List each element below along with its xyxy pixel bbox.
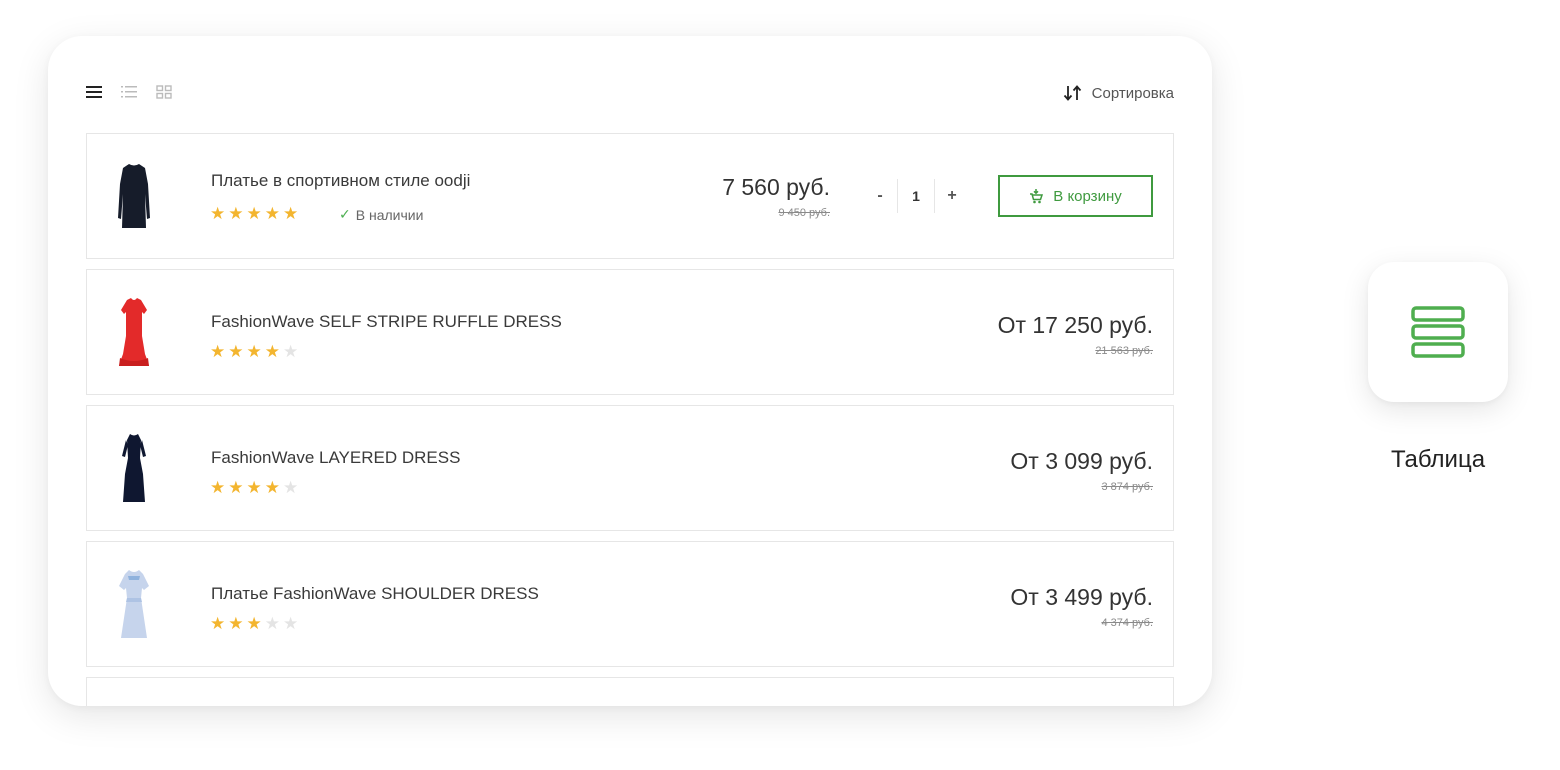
old-price: 3 874 руб. — [1101, 481, 1153, 493]
product-title[interactable]: Платье в спортивном стиле oodji — [211, 171, 470, 191]
star-filled-icon: ★ — [246, 342, 262, 361]
star-filled-icon: ★ — [246, 478, 262, 497]
star-filled-icon: ★ — [246, 204, 262, 223]
rating-stars: ★ ★ ★ ★ ★ — [210, 479, 298, 496]
check-icon: ✓ — [339, 206, 351, 222]
price: От 17 250 руб. — [997, 312, 1153, 338]
product-list: Платье в спортивном стиле oodji ★ ★ ★ ★ ★ ✓ … — [86, 133, 1174, 706]
star-filled-icon: ★ — [228, 614, 244, 633]
grid-view-icon[interactable] — [156, 84, 172, 100]
star-filled-icon: ★ — [210, 342, 226, 361]
rating-stars: ★ ★ ★ ★ ★ — [210, 615, 298, 632]
quantity-increase-button[interactable]: + — [939, 187, 965, 205]
table-view-tile[interactable] — [1368, 262, 1508, 402]
product-row: FashionWave SELF STRIPE RUFFLE DRESS ★ ★ ★… — [86, 269, 1174, 395]
cart-icon — [1030, 189, 1044, 204]
product-row: Платье в спортивном стиле oodji ★ ★ ★ ★ ★ ✓ … — [86, 133, 1174, 259]
table-view-label: Таблица — [1390, 446, 1486, 473]
product-image-ruffle-dress[interactable] — [107, 294, 161, 372]
star-filled-icon: ★ — [228, 478, 244, 497]
list-view-icon[interactable] — [86, 84, 102, 100]
quantity-value[interactable]: 1 — [897, 179, 935, 213]
quantity-decrease-button[interactable]: - — [867, 187, 893, 205]
sort-label: Сортировка — [1091, 84, 1174, 102]
table-view-icon — [1411, 306, 1465, 358]
star-filled-icon: ★ — [264, 342, 280, 361]
stock-status: ✓ В наличии — [339, 206, 423, 223]
star-empty-icon: ★ — [283, 478, 299, 497]
view-switcher — [86, 84, 172, 100]
rating-stars: ★ ★ ★ ★ ★ — [210, 343, 298, 360]
star-filled-icon: ★ — [264, 204, 280, 223]
star-filled-icon: ★ — [210, 614, 226, 633]
star-filled-icon: ★ — [228, 342, 244, 361]
catalog-card: Сортировка Платье в спортивном стиле ood… — [48, 36, 1212, 706]
star-filled-icon: ★ — [210, 204, 226, 223]
old-price: 9 450 руб. — [778, 207, 830, 219]
stock-label: В наличии — [355, 206, 424, 223]
product-title[interactable]: FashionWave SELF STRIPE RUFFLE DRESS — [211, 312, 562, 332]
star-empty-icon: ★ — [264, 614, 280, 633]
product-title[interactable]: Платье FashionWave SHOULDER DRESS — [211, 584, 539, 604]
quantity-stepper: - 1 + — [867, 179, 965, 213]
product-row: Платье FashionWave SHOULDER DRESS ★ ★ ★ ★ ★ … — [86, 541, 1174, 667]
old-price: 4 374 руб. — [1101, 617, 1153, 629]
add-to-cart-button[interactable]: В корзину — [998, 175, 1153, 217]
product-image-shoulder-dress[interactable] — [107, 566, 161, 644]
rating-stars: ★ ★ ★ ★ ★ — [210, 205, 298, 222]
price: 7 560 руб. — [722, 174, 830, 200]
price: От 3 099 руб. — [1010, 448, 1153, 474]
sort-control[interactable]: Сортировка — [1063, 84, 1174, 102]
price-block: 7 560 руб. 9 450 руб. — [722, 174, 830, 219]
product-title[interactable]: FashionWave LAYERED DRESS — [211, 448, 460, 468]
price-block: От 17 250 руб. 21 563 руб. — [998, 312, 1153, 357]
product-image-sport-dress[interactable] — [107, 158, 161, 236]
product-row-partial — [86, 677, 1174, 706]
add-to-cart-label: В корзину — [1053, 187, 1122, 205]
price-block: От 3 499 руб. 4 374 руб. — [1010, 584, 1153, 629]
star-filled-icon: ★ — [228, 204, 244, 223]
compact-list-view-icon[interactable] — [121, 84, 137, 100]
star-filled-icon: ★ — [264, 478, 280, 497]
catalog-toolbar: Сортировка — [86, 84, 1174, 108]
price: От 3 499 руб. — [1010, 584, 1153, 610]
product-image-layered-dress[interactable] — [107, 430, 161, 508]
product-row: FashionWave LAYERED DRESS ★ ★ ★ ★ ★ От 3 099… — [86, 405, 1174, 531]
star-empty-icon: ★ — [283, 614, 299, 633]
old-price: 21 563 руб. — [1095, 345, 1153, 357]
star-filled-icon: ★ — [283, 204, 299, 223]
price-block: От 3 099 руб. 3 874 руб. — [1010, 448, 1153, 493]
star-empty-icon: ★ — [283, 342, 299, 361]
star-filled-icon: ★ — [246, 614, 262, 633]
sort-arrows-icon — [1063, 85, 1081, 101]
star-filled-icon: ★ — [210, 478, 226, 497]
